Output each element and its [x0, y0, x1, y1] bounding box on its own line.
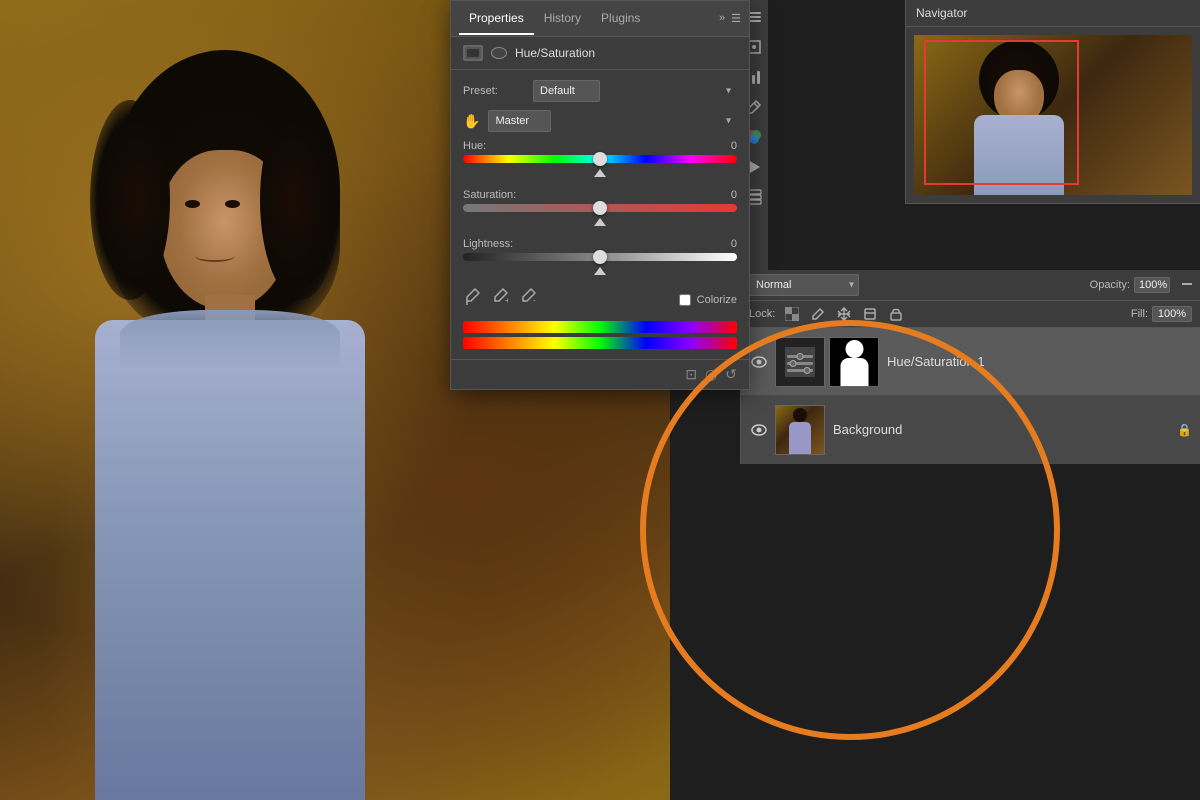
eyedropper-row: + -	[463, 287, 539, 307]
lightness-track[interactable]	[463, 253, 737, 261]
hue-triangle	[594, 169, 606, 177]
eye-icon[interactable]	[491, 47, 507, 59]
svg-text:+: +	[505, 296, 508, 305]
lightness-value: 0	[731, 238, 737, 250]
lightness-triangle	[594, 267, 606, 275]
saturation-thumb[interactable]	[593, 201, 607, 215]
opacity-row: Opacity: 100%	[1090, 277, 1170, 293]
lightness-thumb[interactable]	[593, 250, 607, 264]
saturation-slider-row: Saturation: 0	[463, 189, 737, 228]
panel-footer: ⊡ ◎ ↺	[451, 359, 749, 389]
nav-title: Navigator	[916, 6, 967, 20]
layer-thumb-adjustment	[775, 337, 825, 387]
colorize-checkbox[interactable]	[679, 294, 691, 306]
hue-sat-icon	[463, 45, 483, 61]
svg-text:-: -	[533, 296, 536, 305]
fill-label: Fill:	[1131, 308, 1148, 320]
layer-hue-saturation[interactable]: ☞ Hue/Saturation 1	[741, 328, 1200, 396]
fill-value[interactable]: 100%	[1152, 306, 1192, 322]
saturation-track[interactable]	[463, 204, 737, 212]
layer-name-bg: Background	[833, 422, 1177, 437]
clip-icon[interactable]: ⊡	[685, 366, 697, 383]
hue-label: Hue:	[463, 140, 486, 152]
nav-preview[interactable]	[914, 35, 1192, 195]
tools-row: + - Colorize	[463, 287, 737, 313]
tab-properties[interactable]: Properties	[459, 3, 534, 35]
mask-cursor: ☞	[844, 367, 864, 384]
hand-icon[interactable]: ✋	[463, 113, 480, 130]
properties-panel: Properties History Plugins » ☰ Hue/Satur…	[450, 0, 750, 390]
tab-history[interactable]: History	[534, 3, 591, 35]
layer-background[interactable]: Background 🔒	[741, 396, 1200, 464]
channel-select[interactable]: Master Reds Yellows Greens Cyans Blues M…	[488, 110, 551, 132]
hue-thumb[interactable]	[593, 152, 607, 166]
lock-icons	[783, 305, 905, 323]
preset-select[interactable]: Default Custom Cyanotype Sepia	[533, 80, 600, 102]
nav-header: Navigator	[906, 0, 1200, 27]
lock-position-btn[interactable]	[835, 305, 853, 323]
lightness-slider-row: Lightness: 0	[463, 238, 737, 277]
preset-label: Preset:	[463, 85, 533, 97]
blend-mode-select[interactable]: Normal Dissolve Multiply Screen Overlay	[749, 274, 859, 296]
lock-row: Lock:	[741, 301, 1200, 328]
layer-name-hue-sat: Hue/Saturation 1	[887, 354, 1192, 369]
layer-visibility-bg[interactable]	[749, 420, 769, 440]
lock-artboard-crop-btn[interactable]	[861, 305, 879, 323]
saturation-value: 0	[731, 189, 737, 201]
panel-menu-icon[interactable]: ☰	[731, 12, 741, 25]
preset-row: Preset: Default Custom Cyanotype Sepia	[463, 80, 737, 102]
lock-all-btn[interactable]	[887, 305, 905, 323]
preset-select-wrapper: Default Custom Cyanotype Sepia	[533, 80, 737, 102]
opacity-expand-btn[interactable]	[1182, 278, 1192, 292]
layer-thumb-photo	[775, 405, 825, 455]
lock-pixels-btn[interactable]	[783, 305, 801, 323]
channel-row: ✋ Master Reds Yellows Greens Cyans Blues…	[463, 110, 737, 132]
eyedropper-btn[interactable]	[463, 287, 483, 307]
background-lock-icon: 🔒	[1177, 423, 1192, 437]
fill-row: Fill: 100%	[1131, 306, 1192, 322]
hue-track[interactable]	[463, 155, 737, 163]
lock-artboard-btn[interactable]	[809, 305, 827, 323]
navigator-panel: Navigator	[905, 0, 1200, 204]
opacity-label: Opacity:	[1090, 279, 1130, 291]
color-spectrum-bottom	[463, 337, 737, 349]
tab-plugins[interactable]: Plugins	[591, 3, 650, 35]
panel-body: Preset: Default Custom Cyanotype Sepia ✋…	[451, 70, 749, 359]
channel-select-wrapper: Master Reds Yellows Greens Cyans Blues M…	[488, 110, 737, 132]
view-icon[interactable]: ◎	[705, 366, 717, 383]
panel-header: Hue/Saturation	[451, 37, 749, 70]
blend-opacity-row: Normal Dissolve Multiply Screen Overlay …	[741, 270, 1200, 301]
color-spectrum-top	[463, 321, 737, 333]
reset-icon[interactable]: ↺	[725, 366, 737, 383]
more-icon[interactable]: »	[719, 12, 725, 25]
layer-thumb-mask: ☞	[829, 337, 879, 387]
panel-tab-more: » ☰	[719, 12, 741, 25]
hue-slider-row: Hue: 0	[463, 140, 737, 179]
saturation-triangle	[594, 218, 606, 226]
eyedropper-add-btn[interactable]: +	[491, 287, 511, 307]
blend-mode-wrapper: Normal Dissolve Multiply Screen Overlay	[749, 274, 859, 296]
hue-value: 0	[731, 140, 737, 152]
opacity-value[interactable]: 100%	[1134, 277, 1170, 293]
eyedropper-sub-btn[interactable]: -	[519, 287, 539, 307]
layer-visibility-hue-sat[interactable]	[749, 352, 769, 372]
lock-label: Lock:	[749, 308, 775, 320]
nav-preview-image	[914, 35, 1192, 195]
layers-panel: Normal Dissolve Multiply Screen Overlay …	[740, 270, 1200, 464]
lightness-label: Lightness:	[463, 238, 513, 250]
colorize-row: Colorize	[679, 294, 737, 306]
panel-title: Hue/Saturation	[515, 46, 595, 60]
layer-thumb-group-bg	[775, 405, 825, 455]
colorize-label: Colorize	[697, 294, 737, 306]
panel-tabs: Properties History Plugins » ☰	[451, 1, 749, 37]
layer-thumb-group-hue-sat: ☞	[775, 337, 879, 387]
saturation-label: Saturation:	[463, 189, 516, 201]
